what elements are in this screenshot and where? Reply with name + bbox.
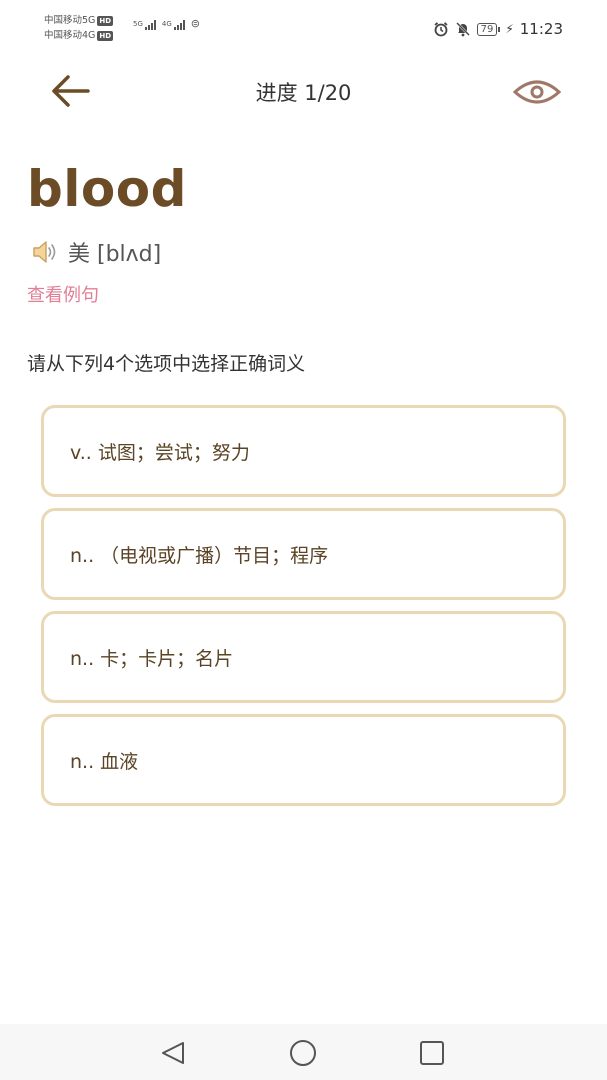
- answer-option[interactable]: n.. 血液: [41, 714, 566, 806]
- speaker-icon[interactable]: [30, 237, 60, 267]
- system-recents-button[interactable]: [415, 1038, 449, 1068]
- signal-icon: 4G: [162, 20, 185, 30]
- eye-icon: [512, 80, 562, 104]
- clock: 11:23: [519, 20, 563, 38]
- signal-2-label: 4G: [161, 20, 172, 28]
- charging-icon: ⚡: [505, 22, 514, 36]
- signal-group: 5G 4G ⊜: [133, 18, 200, 30]
- mute-bell-icon: [455, 22, 470, 37]
- signal-1-label: 5G: [133, 20, 143, 28]
- phonetic-text: 美 [blʌd]: [68, 242, 162, 267]
- vocab-word: blood: [27, 160, 187, 218]
- option-label: n.. 血液: [70, 750, 139, 773]
- system-home-button[interactable]: [286, 1038, 320, 1068]
- carrier-1: 中国移动5G HD: [44, 14, 114, 28]
- circle-home-icon: [290, 1040, 316, 1066]
- quiz-instruction: 请从下列4个选项中选择正确词义: [27, 353, 306, 375]
- status-bar: 中国移动5G HD 中国移动4G HD 5G 4G ⊜ 79 ⚡ 11:23: [0, 0, 607, 56]
- carrier-1-label: 中国移动5G: [44, 15, 96, 26]
- alarm-icon: [433, 22, 448, 37]
- answer-option[interactable]: n.. 卡；卡片；名片: [41, 611, 566, 703]
- phonetic-row: 美 [blʌd]: [30, 236, 161, 268]
- data-saver-icon: ⊜: [190, 17, 200, 30]
- square-recents-icon: [420, 1041, 444, 1065]
- carrier-2-label: 中国移动4G: [44, 30, 96, 41]
- answer-option[interactable]: n.. （电视或广播）节目；程序: [41, 508, 566, 600]
- option-label: v.. 试图；尝试；努力: [70, 441, 250, 464]
- option-label: n.. 卡；卡片；名片: [70, 647, 234, 670]
- answer-option[interactable]: v.. 试图；尝试；努力: [41, 405, 566, 497]
- system-back-button[interactable]: [156, 1038, 190, 1068]
- page: { "status_bar": { "carrier1": "中国移动5G", …: [0, 0, 607, 1080]
- status-right: 79 ⚡ 11:23: [433, 20, 563, 38]
- signal-icon: 5G: [133, 20, 156, 30]
- view-examples-link[interactable]: 查看例句: [27, 281, 99, 307]
- carrier-2: 中国移动4G HD: [44, 29, 114, 43]
- triangle-back-icon: [162, 1042, 184, 1064]
- battery-icon: 79: [476, 22, 501, 36]
- option-label: n.. （电视或广播）节目；程序: [70, 544, 329, 567]
- hd-badge: HD: [97, 16, 114, 26]
- hd-badge: HD: [97, 31, 114, 41]
- eye-toggle-button[interactable]: [510, 72, 564, 112]
